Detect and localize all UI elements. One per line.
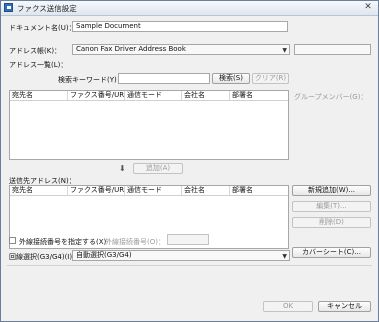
column-header-department[interactable]: 部署名 [230, 186, 288, 195]
column-header-fax-number[interactable]: ファクス番号/URI [68, 91, 125, 100]
edit-button[interactable]: 編集(T)... [292, 201, 371, 212]
address-book-selected: Canon Fax Driver Address Book [76, 45, 186, 53]
column-header-company[interactable]: 会社名 [182, 91, 230, 100]
outside-line-checkbox-label: 外線接続番号を指定する(X) [19, 238, 107, 246]
address-list-table[interactable]: 宛先名 ファクス番号/URI 通信モード 会社名 部署名 [9, 90, 289, 160]
search-keyword-label: 検索キーワード(Y)： [58, 76, 124, 84]
address-list-label: アドレス一覧(L)： [9, 61, 68, 69]
down-arrow-icon: ⬇ [119, 164, 126, 173]
address-list-header: 宛先名 ファクス番号/URI 通信モード 会社名 部署名 [10, 91, 288, 101]
cover-sheet-button[interactable]: カバーシート(C)... [292, 247, 371, 258]
cancel-button[interactable]: キャンセル [318, 301, 371, 312]
column-header-department[interactable]: 部署名 [230, 91, 288, 100]
address-book-select[interactable]: Canon Fax Driver Address Book ▼ [72, 44, 290, 55]
document-name-label: ドキュメント名(U)： [9, 24, 76, 32]
column-header-name[interactable]: 宛先名 [10, 186, 68, 195]
fax-app-icon [4, 3, 13, 12]
outside-line-number-input[interactable] [167, 234, 209, 245]
search-button[interactable]: 検索(S) [212, 73, 250, 84]
recipients-header: 宛先名 ファクス番号/URI 通信モード 会社名 部署名 [10, 186, 288, 196]
search-keyword-input[interactable] [118, 73, 210, 84]
line-select-selected: 自動選択(G3/G4) [76, 251, 132, 259]
column-header-name[interactable]: 宛先名 [10, 91, 68, 100]
column-header-mode[interactable]: 通信モード [125, 186, 182, 195]
address-book-label: アドレス帳(K)： [9, 47, 62, 55]
ok-button[interactable]: OK [263, 301, 313, 312]
column-header-fax-number[interactable]: ファクス番号/URI [68, 186, 125, 195]
line-select-dropdown[interactable]: 自動選択(G3/G4) ▼ [72, 250, 290, 261]
column-header-company[interactable]: 会社名 [182, 186, 230, 195]
group-member-label: グループメンバー(G)： [294, 93, 368, 101]
dropdown-arrow-icon: ▼ [282, 47, 287, 54]
footer-divider [7, 265, 372, 266]
address-book-extra-field[interactable] [294, 44, 371, 55]
new-add-button[interactable]: 新規追加(W)... [292, 185, 371, 196]
delete-button[interactable]: 削除(D) [292, 217, 371, 228]
line-select-label: 回線選択(G3/G4)(I)： [9, 253, 80, 261]
title-bar: ファクス送信設定 ✕ [1, 1, 378, 16]
add-button[interactable]: 追加(A) [133, 163, 183, 174]
dropdown-arrow-icon: ▼ [282, 253, 287, 260]
fax-settings-window: ファクス送信設定 ✕ ドキュメント名(U)： Sample Document ア… [0, 0, 379, 322]
outside-line-checkbox[interactable] [9, 237, 16, 244]
document-name-input[interactable]: Sample Document [72, 21, 288, 32]
clear-button[interactable]: クリア(R) [252, 73, 289, 84]
window-title: ファクス送信設定 [17, 4, 77, 13]
outside-line-number-label: 外線接続番号(O)： [105, 238, 165, 246]
close-button[interactable]: ✕ [361, 3, 375, 13]
column-header-mode[interactable]: 通信モード [125, 91, 182, 100]
